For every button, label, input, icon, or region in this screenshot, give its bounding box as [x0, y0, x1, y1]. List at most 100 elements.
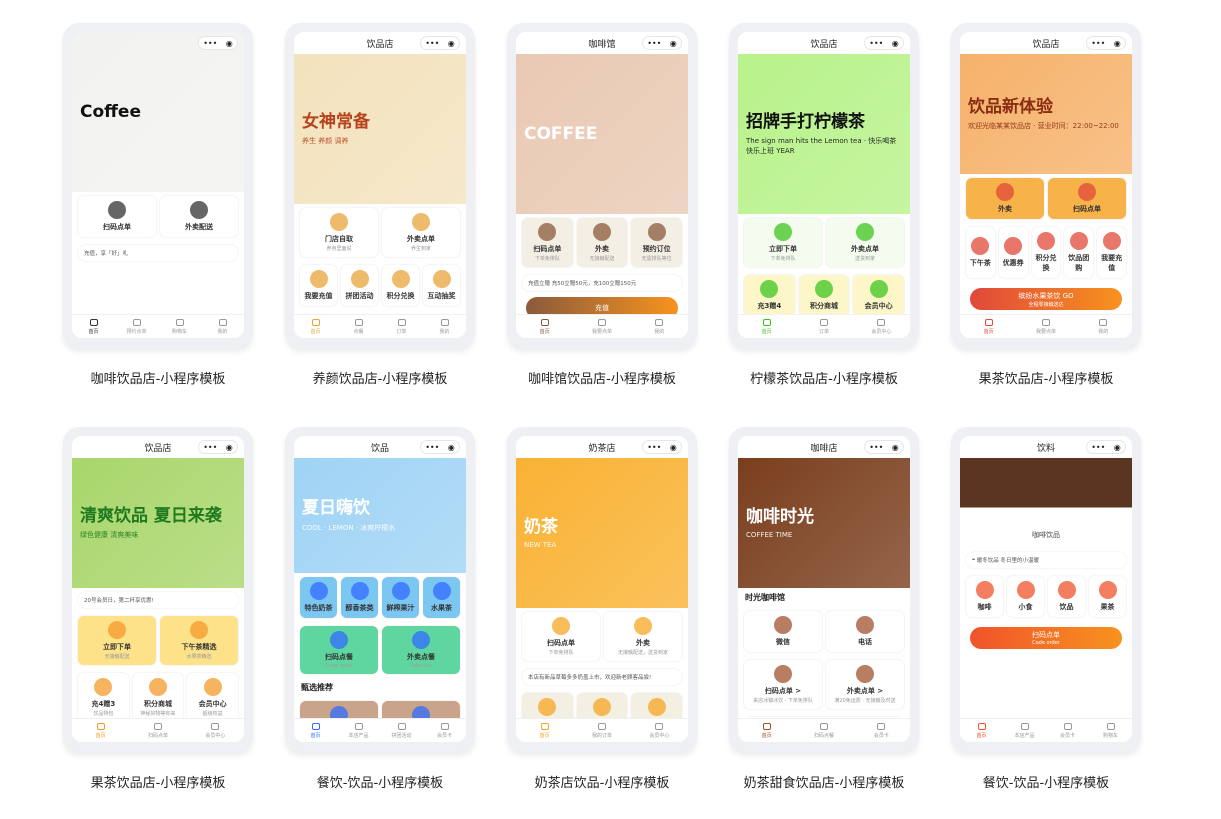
- template-card[interactable]: 饮品店 ••• ◉ 清爽饮品 夏日来袭 绿色健康 清爽美味 20号会员日，第二杯享优惠! 立…: [63, 427, 253, 752]
- close-target-icon[interactable]: ◉: [448, 443, 455, 452]
- entry-tile[interactable]: 饮品团购: [1064, 227, 1094, 278]
- close-target-icon[interactable]: ◉: [1114, 39, 1121, 48]
- more-icon[interactable]: •••: [869, 443, 883, 452]
- hero-banner[interactable]: 咖啡饮品: [960, 458, 1132, 548]
- more-icon[interactable]: •••: [1091, 39, 1105, 48]
- entry-tile[interactable]: 微信: [744, 611, 822, 652]
- hero-banner[interactable]: 奶茶 NEW TEA: [516, 458, 688, 608]
- template-card[interactable]: 咖啡馆 ••• ◉ COFFEE 扫码点单 下单免排队 外卖 无接触配送 预约订位 无需排队等位充…: [507, 23, 697, 348]
- capsule-menu[interactable]: ••• ◉: [642, 36, 682, 50]
- template-caption[interactable]: 果茶饮品店-小程序模板: [936, 368, 1156, 387]
- entry-tile[interactable]: 积分兑换: [1031, 227, 1061, 278]
- hero-banner[interactable]: COFFEE: [516, 54, 688, 214]
- hero-banner[interactable]: 夏日嗨饮 COOL · LEMON · 冰爽柠檬水: [294, 458, 466, 573]
- template-card[interactable]: 饮品店 ••• ◉ 饮品新体验 欢迎光临某某饮品店 · 营业时间：22:00~22:00…: [951, 23, 1141, 348]
- more-icon[interactable]: •••: [425, 39, 439, 48]
- tab-item[interactable]: 扫码点单: [129, 719, 186, 742]
- tab-item[interactable]: 订单: [380, 315, 423, 338]
- entry-tile[interactable]: 门店自取 养身里面说: [300, 208, 378, 257]
- entry-tile[interactable]: 外卖: [966, 178, 1044, 219]
- entry-tile[interactable]: 特色奶茶: [300, 577, 337, 618]
- entry-tile[interactable]: 醇香茶类: [341, 577, 378, 618]
- entry-tile[interactable]: 外卖点餐 Take-out: [382, 626, 460, 674]
- template-caption[interactable]: 咖啡饮品店-小程序模板: [48, 368, 268, 387]
- entry-tile[interactable]: 互动抽奖新品开抢大促销: [631, 693, 683, 718]
- hero-banner[interactable]: 饮品新体验 欢迎光临某某饮品店 · 营业时间：22:00~22:00: [960, 54, 1132, 174]
- entry-tile[interactable]: 本店特色: [300, 701, 378, 718]
- entry-tile[interactable]: 奶茶团购团购更优惠: [522, 693, 573, 718]
- more-icon[interactable]: •••: [1091, 443, 1105, 452]
- entry-tile[interactable]: 互动抽奖: [423, 265, 460, 306]
- entry-tile[interactable]: 外卖点单 养生到家: [382, 208, 460, 257]
- action-button[interactable]: 扫码点单 Code order: [970, 627, 1122, 649]
- entry-tile[interactable]: 立即下单 无接触配送: [78, 616, 156, 665]
- entry-tile[interactable]: 积分商城: [798, 275, 850, 314]
- template-card[interactable]: 饮品店 ••• ◉ 招牌手打柠檬茶 The sign man hits the Lemo…: [729, 23, 919, 348]
- tab-item[interactable]: 首页: [960, 719, 1003, 742]
- close-target-icon[interactable]: ◉: [1114, 443, 1121, 452]
- more-icon[interactable]: •••: [203, 39, 217, 48]
- entry-tile[interactable]: 外卖 无接触配送: [576, 218, 628, 267]
- entry-tile[interactable]: 饮品: [1048, 576, 1085, 617]
- notice-bar[interactable]: 本店有新品草莓多多奶盖上市，欢迎新老顾客品尝!: [522, 669, 682, 685]
- entry-tile[interactable]: 下午茶: [966, 227, 995, 278]
- capsule-menu[interactable]: ••• ◉: [864, 440, 904, 454]
- close-target-icon[interactable]: ◉: [670, 39, 677, 48]
- template-card[interactable]: ••• ◉ Coffee 扫码点单 外卖配送 充值，享「好」礼 首页 预约点单 购物车 我的: [63, 23, 253, 348]
- tab-item[interactable]: 首页: [738, 719, 795, 742]
- close-target-icon[interactable]: ◉: [226, 39, 233, 48]
- tab-item[interactable]: 订单: [795, 315, 852, 338]
- notice-bar[interactable]: ❝ 暖冬饮品 冬日里的小温暖: [966, 552, 1126, 568]
- entry-tile[interactable]: 充4赠3 饮品特包: [78, 673, 129, 718]
- tab-item[interactable]: 我的: [1075, 315, 1132, 338]
- tab-item[interactable]: 我要点单: [1017, 315, 1074, 338]
- close-target-icon[interactable]: ◉: [226, 443, 233, 452]
- more-icon[interactable]: •••: [647, 443, 661, 452]
- action-button[interactable]: 充值: [526, 297, 678, 314]
- hero-banner[interactable]: Coffee: [72, 32, 244, 192]
- template-caption[interactable]: 养颜饮品店-小程序模板: [270, 368, 490, 387]
- tab-item[interactable]: 拼团活动: [380, 719, 423, 742]
- tab-item[interactable]: 会员卡: [853, 719, 910, 742]
- tab-item[interactable]: 首页: [72, 315, 115, 338]
- entry-tile[interactable]: 立即下单 下单免排队: [744, 218, 822, 267]
- capsule-menu[interactable]: ••• ◉: [198, 36, 238, 50]
- entry-tile[interactable]: 扫码点单: [1048, 178, 1126, 219]
- close-target-icon[interactable]: ◉: [670, 443, 677, 452]
- entry-tile[interactable]: 我要充值: [1097, 227, 1126, 278]
- entry-tile[interactable]: 水果茶: [423, 577, 460, 618]
- capsule-menu[interactable]: ••• ◉: [420, 36, 460, 50]
- close-target-icon[interactable]: ◉: [892, 443, 899, 452]
- tab-item[interactable]: 本店产品: [337, 719, 380, 742]
- entry-tile[interactable]: 积分兑换: [382, 265, 419, 306]
- tab-item[interactable]: 我要点单: [573, 315, 630, 338]
- more-icon[interactable]: •••: [425, 443, 439, 452]
- entry-tile[interactable]: 下午茶精选 水果茶精选: [160, 616, 238, 665]
- entry-tile[interactable]: 进店必点: [382, 701, 460, 718]
- template-caption[interactable]: 果茶饮品店-小程序模板: [48, 772, 268, 791]
- entry-tile[interactable]: 外卖 无接触配送，送货到家: [604, 612, 682, 661]
- entry-tile[interactable]: 扫码点单 下单免排队: [522, 218, 573, 267]
- tab-item[interactable]: 首页: [294, 719, 337, 742]
- template-card[interactable]: 奶茶店 ••• ◉ 奶茶 NEW TEA 扫码点单 下单免排队 外卖 无接触配送，送货到家 本店有…: [507, 427, 697, 752]
- tab-item[interactable]: 购物车: [1089, 719, 1132, 742]
- close-target-icon[interactable]: ◉: [448, 39, 455, 48]
- more-icon[interactable]: •••: [869, 39, 883, 48]
- entry-tile[interactable]: 咖啡: [966, 576, 1003, 617]
- template-card[interactable]: 饮品 ••• ◉ 夏日嗨饮 COOL · LEMON · 冰爽柠檬水 特色奶茶 醇香茶类 鲜榨…: [285, 427, 475, 752]
- tab-item[interactable]: 我的: [631, 315, 688, 338]
- hero-banner[interactable]: 女神常备 养生 养颜 调养: [294, 54, 466, 204]
- entry-tile[interactable]: 会员中心 超级权益: [187, 673, 239, 718]
- entry-tile[interactable]: 鲜榨果汁: [382, 577, 419, 618]
- template-caption[interactable]: 奶茶店饮品-小程序模板: [492, 772, 712, 791]
- template-caption[interactable]: 餐饮-饮品-小程序模板: [936, 772, 1156, 791]
- entry-tile[interactable]: 小食: [1007, 576, 1044, 617]
- notice-bar[interactable]: 充值立赠 充50立赠50元，充100立赠150元: [522, 275, 682, 291]
- entry-tile[interactable]: 预约订位 无需排队等位: [631, 218, 683, 267]
- entry-tile[interactable]: 扫码点单 下单免排队: [522, 612, 600, 661]
- tab-item[interactable]: 我的: [423, 315, 466, 338]
- tab-item[interactable]: 扫码点餐: [795, 719, 852, 742]
- tab-item[interactable]: 本店产品: [1003, 719, 1046, 742]
- entry-tile[interactable]: 扫码点单 > 来店冰镇冰饮 · 下单免排队: [744, 660, 822, 709]
- template-card[interactable]: 饮料 ••• ◉ 咖啡饮品 ❝ 暖冬饮品 冬日里的小温暖 咖啡 小食 饮品 果茶 扫码点单 Code…: [951, 427, 1141, 752]
